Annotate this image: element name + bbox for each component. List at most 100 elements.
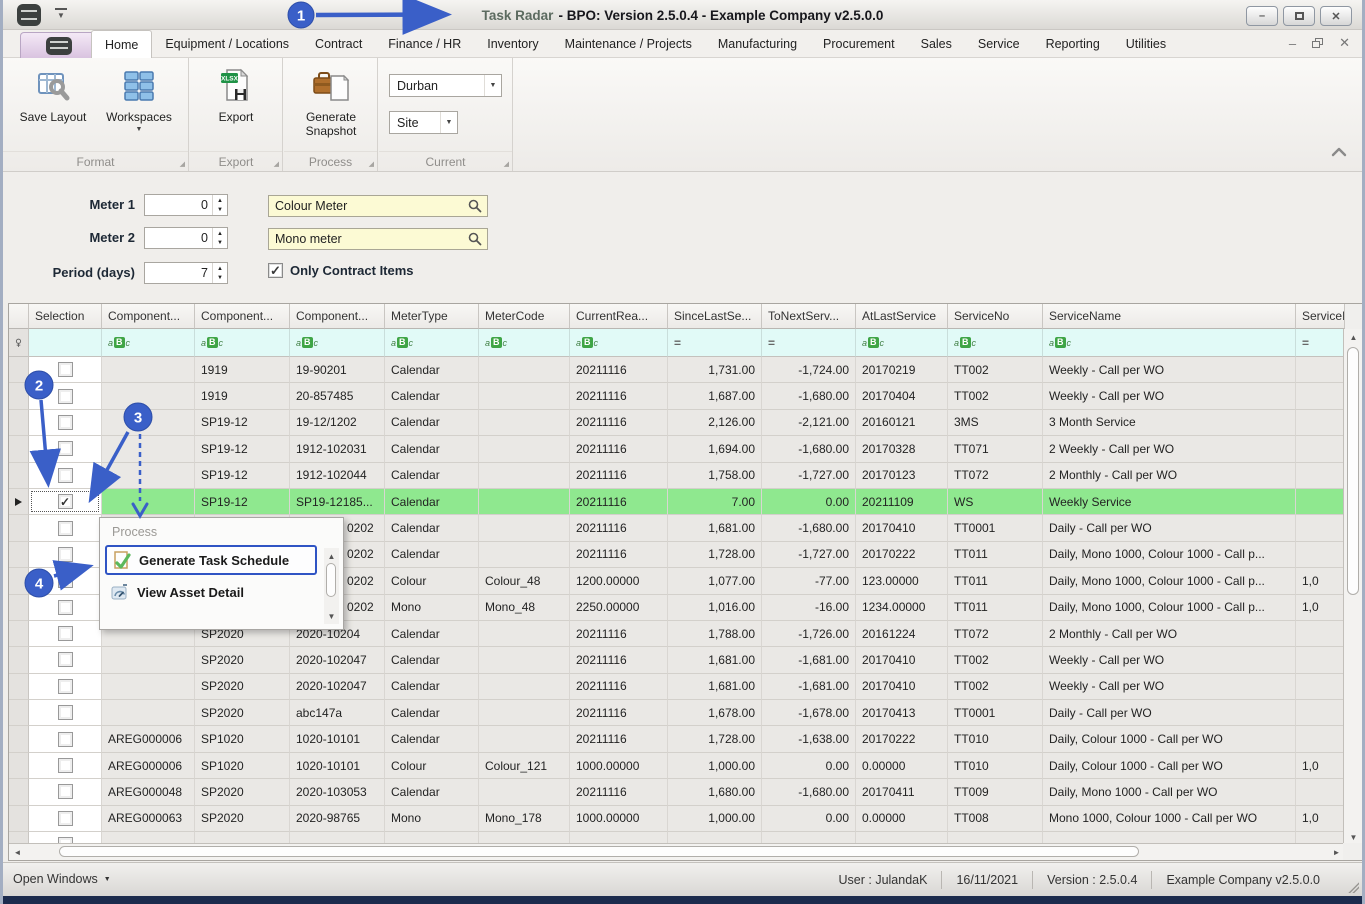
row-checkbox[interactable]: [58, 626, 73, 641]
grid-cell[interactable]: TT008: [948, 806, 1043, 832]
grid-cell[interactable]: TT0001: [948, 700, 1043, 726]
grid-cell[interactable]: SP2020: [195, 700, 290, 726]
meter2-down-icon[interactable]: ▼: [217, 240, 223, 246]
tab-utilities[interactable]: Utilities: [1113, 30, 1179, 58]
grid-cell[interactable]: 1020-10101: [290, 726, 385, 752]
grid-cell[interactable]: 0.00000: [856, 753, 948, 779]
table-row[interactable]: SP20202020-102047Calendar202111161,681.0…: [9, 647, 1345, 673]
column-header-component[interactable]: Component...: [195, 304, 290, 329]
grid-cell[interactable]: 20211109: [856, 489, 948, 515]
meter1-search-field[interactable]: Colour Meter: [268, 195, 488, 217]
grid-cell[interactable]: Calendar: [385, 515, 479, 541]
column-header-metertype[interactable]: MeterType: [385, 304, 479, 329]
grid-cell[interactable]: 1912-102044: [290, 463, 385, 489]
site-dropdown[interactable]: Site ▼: [389, 111, 458, 134]
selection-cell[interactable]: [29, 726, 102, 752]
grid-cell[interactable]: [948, 832, 1043, 843]
grid-cell[interactable]: 20211116: [570, 436, 668, 462]
tab-sales[interactable]: Sales: [908, 30, 965, 58]
grid-cell[interactable]: [1296, 647, 1345, 673]
grid-cell[interactable]: Daily, Colour 1000 - Call per WO: [1043, 753, 1296, 779]
tab-service[interactable]: Service: [965, 30, 1033, 58]
grid-cell[interactable]: 2 Monthly - Call per WO: [1043, 621, 1296, 647]
filter-cell-component[interactable]: aBc: [102, 329, 195, 357]
grid-cell[interactable]: 20160121: [856, 410, 948, 436]
grid-cell[interactable]: 20170410: [856, 674, 948, 700]
grid-cell[interactable]: [479, 463, 570, 489]
grid-cell[interactable]: [1043, 832, 1296, 843]
grid-cell[interactable]: 2020-102047: [290, 647, 385, 673]
workspaces-button[interactable]: Workspaces ▼: [99, 62, 179, 148]
filter-cell-selection[interactable]: [29, 329, 102, 357]
column-header-sincelastse[interactable]: SinceLastSe...: [668, 304, 762, 329]
grid-cell[interactable]: 1,000.00: [668, 806, 762, 832]
save-layout-button[interactable]: Save Layout: [13, 62, 93, 148]
selection-cell[interactable]: [29, 647, 102, 673]
grid-cell[interactable]: AREG000006: [102, 726, 195, 752]
grid-cell[interactable]: AREG000063: [102, 806, 195, 832]
meter2-search-field[interactable]: Mono meter: [268, 228, 488, 250]
meter1-up-icon[interactable]: ▲: [217, 198, 223, 204]
grid-cell[interactable]: Mono: [385, 595, 479, 621]
grid-cell[interactable]: TT002: [948, 357, 1043, 383]
grid-cell[interactable]: 0.00: [762, 806, 856, 832]
menu-scroll-down-icon[interactable]: ▼: [324, 608, 339, 624]
row-checkbox[interactable]: [58, 811, 73, 826]
selection-cell[interactable]: [29, 832, 102, 843]
grid-cell[interactable]: SP2020: [195, 806, 290, 832]
grid-cell[interactable]: 2 Monthly - Call per WO: [1043, 463, 1296, 489]
table-row[interactable]: SP19-1219-12/1202Calendar202111162,126.0…: [9, 410, 1345, 436]
grid-cell[interactable]: 20170411: [856, 779, 948, 805]
grid-cell[interactable]: [1296, 357, 1345, 383]
column-header-component[interactable]: Component...: [290, 304, 385, 329]
grid-cell[interactable]: Daily - Call per WO: [1043, 515, 1296, 541]
maximize-button[interactable]: [1283, 6, 1315, 26]
scroll-left-icon[interactable]: ◄: [9, 844, 26, 860]
period-down-icon[interactable]: ▼: [217, 275, 223, 281]
row-checkbox[interactable]: [58, 732, 73, 747]
filter-cell-metercode[interactable]: aBc: [479, 329, 570, 357]
table-row-partial[interactable]: [9, 832, 1345, 843]
grid-cell[interactable]: [102, 463, 195, 489]
grid-cell[interactable]: SP2020: [195, 647, 290, 673]
filter-cell-tonextserv[interactable]: =: [762, 329, 856, 357]
row-checkbox[interactable]: ✓: [58, 494, 73, 509]
row-checkbox[interactable]: [58, 679, 73, 694]
grid-cell[interactable]: 3 Month Service: [1043, 410, 1296, 436]
grid-cell[interactable]: -16.00: [762, 595, 856, 621]
filter-cell-metertype[interactable]: aBc: [385, 329, 479, 357]
grid-cell[interactable]: [479, 726, 570, 752]
filter-cell-component[interactable]: aBc: [195, 329, 290, 357]
grid-cell[interactable]: Calendar: [385, 700, 479, 726]
grid-cell[interactable]: TT002: [948, 674, 1043, 700]
branch-dropdown[interactable]: Durban ▼: [389, 74, 502, 97]
grid-cell[interactable]: Calendar: [385, 463, 479, 489]
grid-cell[interactable]: [195, 832, 290, 843]
grid-cell[interactable]: [1296, 832, 1345, 843]
grid-cell[interactable]: 2020-98765: [290, 806, 385, 832]
only-contract-items-checkbox[interactable]: ✓ Only Contract Items: [268, 263, 414, 278]
grid-cell[interactable]: Weekly - Call per WO: [1043, 647, 1296, 673]
grid-cell[interactable]: 20170328: [856, 436, 948, 462]
grid-cell[interactable]: Mono: [385, 806, 479, 832]
grid-cell[interactable]: TT010: [948, 726, 1043, 752]
grid-cell[interactable]: 1,678.00: [668, 700, 762, 726]
selection-cell[interactable]: [29, 357, 102, 383]
grid-cell[interactable]: SP1020: [195, 753, 290, 779]
filter-cell-component[interactable]: aBc: [290, 329, 385, 357]
grid-cell[interactable]: 1,000.00: [668, 753, 762, 779]
filter-cell-atlastservice[interactable]: aBc: [856, 329, 948, 357]
meter1-stepper[interactable]: 0 ▲▼: [144, 194, 228, 216]
grid-cell[interactable]: Calendar: [385, 674, 479, 700]
row-checkbox[interactable]: [58, 758, 73, 773]
grid-cell[interactable]: [479, 542, 570, 568]
grid-cell[interactable]: [1296, 515, 1345, 541]
grid-cell[interactable]: 1912-102031: [290, 436, 385, 462]
grid-cell[interactable]: Weekly Service: [1043, 489, 1296, 515]
grid-cell[interactable]: 20170123: [856, 463, 948, 489]
filter-cell-serviceno[interactable]: aBc: [948, 329, 1043, 357]
search-icon[interactable]: [468, 232, 482, 246]
tab-manufacturing[interactable]: Manufacturing: [705, 30, 810, 58]
grid-cell[interactable]: 1,0: [1296, 595, 1345, 621]
grid-cell[interactable]: SP19-12: [195, 463, 290, 489]
